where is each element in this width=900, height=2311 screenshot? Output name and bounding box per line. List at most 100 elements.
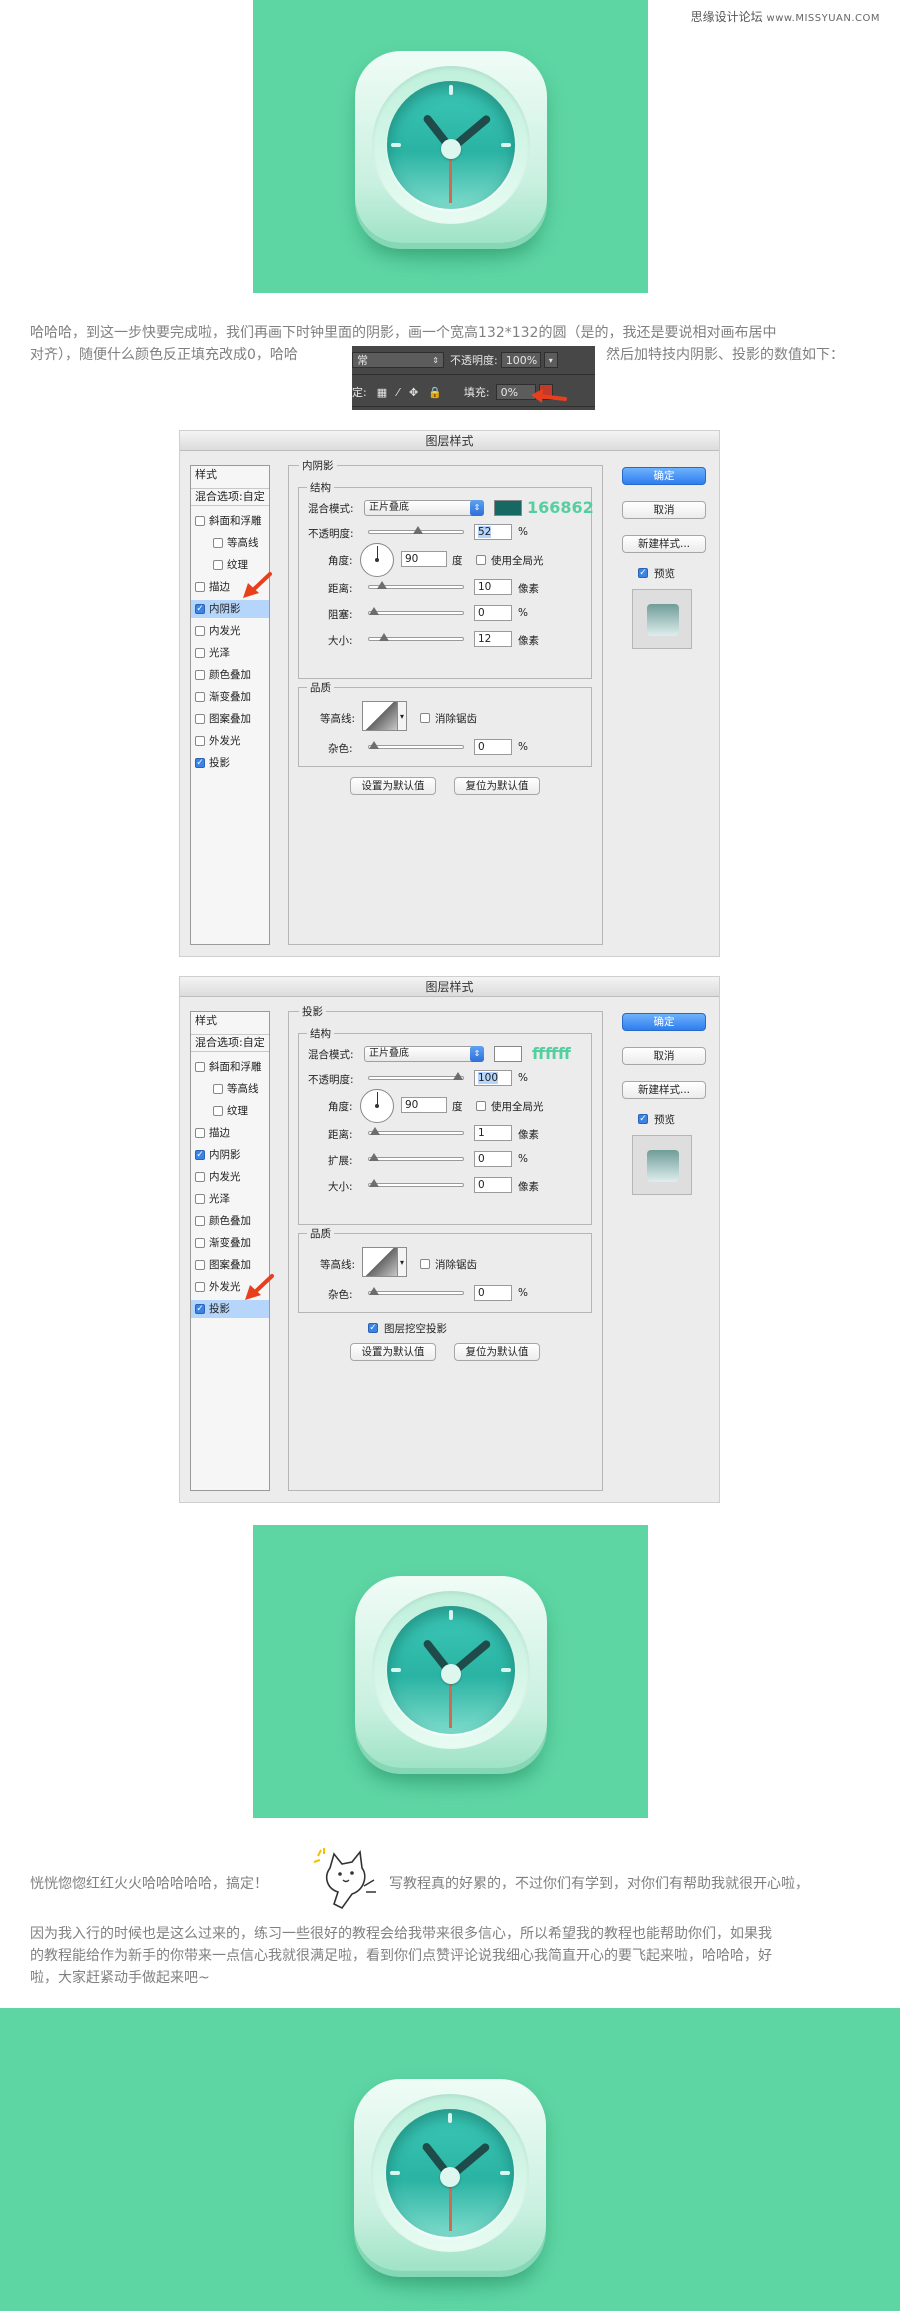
style-item[interactable]: 内发光 — [191, 622, 269, 640]
slider-thumb[interactable] — [377, 581, 388, 589]
style-item[interactable]: 光泽 — [191, 644, 269, 662]
checkbox-icon[interactable] — [195, 648, 205, 658]
opacity-stepper[interactable]: ▾ — [543, 352, 558, 368]
style-item[interactable]: ✓ 投影 — [191, 754, 269, 772]
slider-thumb[interactable] — [369, 1179, 379, 1187]
size-input[interactable]: 12 — [474, 631, 512, 647]
opacity-slider[interactable] — [368, 526, 464, 534]
checkbox-icon[interactable]: ✓ — [195, 1304, 205, 1314]
new-style-button[interactable]: 新建样式... — [622, 1081, 706, 1099]
opacity-slider[interactable] — [368, 1072, 464, 1080]
distance-input[interactable]: 1 — [474, 1125, 512, 1141]
set-default-button[interactable]: 设置为默认值 — [350, 777, 436, 795]
style-item[interactable]: 内发光 — [191, 1168, 269, 1186]
shadow-color-swatch[interactable] — [494, 1046, 522, 1062]
checkbox-icon[interactable] — [195, 1128, 205, 1138]
cancel-button[interactable]: 取消 — [622, 501, 706, 519]
blend-mode-field[interactable]: 常 ⇕ — [352, 352, 444, 368]
slider-thumb[interactable] — [379, 633, 390, 641]
style-item[interactable]: 颜色叠加 — [191, 666, 269, 684]
checkbox-icon[interactable] — [195, 1194, 205, 1204]
chevron-down-icon[interactable]: ▾ — [397, 1247, 407, 1277]
checkbox-icon[interactable] — [195, 692, 205, 702]
opacity-field[interactable]: 100% — [500, 352, 541, 368]
reset-default-button[interactable]: 复位为默认值 — [454, 1343, 540, 1361]
style-item[interactable]: 图案叠加 — [191, 710, 269, 728]
opacity-input[interactable]: 52 — [474, 524, 512, 540]
ok-button[interactable]: 确定 — [622, 1013, 706, 1031]
slider-thumb[interactable] — [453, 1072, 463, 1080]
set-default-button[interactable]: 设置为默认值 — [350, 1343, 436, 1361]
slider-thumb[interactable] — [369, 741, 379, 749]
checkbox-icon[interactable] — [213, 1106, 223, 1116]
size-slider[interactable] — [368, 1179, 464, 1187]
checkbox-icon[interactable] — [195, 1216, 205, 1226]
style-item[interactable]: 外发光 — [191, 732, 269, 750]
contour-picker[interactable] — [362, 701, 398, 731]
slider-thumb[interactable] — [369, 1287, 379, 1295]
style-item[interactable]: ✓ 内阴影 — [191, 1146, 269, 1164]
noise-input[interactable]: 0 — [474, 739, 512, 755]
checkbox-icon[interactable] — [195, 1238, 205, 1248]
style-item[interactable]: 渐变叠加 — [191, 688, 269, 706]
angle-dial[interactable] — [360, 543, 394, 577]
noise-input[interactable]: 0 — [474, 1285, 512, 1301]
style-item[interactable]: 图案叠加 — [191, 1256, 269, 1274]
global-light-checkbox[interactable] — [476, 555, 486, 565]
slider-thumb[interactable] — [412, 526, 423, 534]
checkbox-icon[interactable]: ✓ — [195, 758, 205, 768]
anti-alias-checkbox[interactable] — [420, 713, 430, 723]
style-item[interactable]: 描边 — [191, 1124, 269, 1142]
ok-button[interactable]: 确定 — [622, 467, 706, 485]
style-item[interactable]: 颜色叠加 — [191, 1212, 269, 1230]
checkbox-icon[interactable]: ✓ — [195, 604, 205, 614]
lock-pixels-icon[interactable]: ▦ — [377, 386, 387, 399]
style-item[interactable]: 纹理 — [191, 1102, 269, 1120]
noise-slider[interactable] — [368, 741, 464, 749]
style-item[interactable]: 斜面和浮雕 — [191, 512, 269, 530]
style-item[interactable]: 渐变叠加 — [191, 1234, 269, 1252]
knockout-checkbox[interactable]: ✓ — [368, 1323, 378, 1333]
checkbox-icon[interactable] — [195, 1062, 205, 1072]
preview-checkbox[interactable]: ✓ — [638, 568, 648, 578]
checkbox-icon[interactable] — [213, 560, 223, 570]
choke-slider[interactable] — [368, 607, 464, 615]
cancel-button[interactable]: 取消 — [622, 1047, 706, 1065]
slider-thumb[interactable] — [369, 1153, 379, 1161]
checkbox-icon[interactable] — [195, 516, 205, 526]
noise-slider[interactable] — [368, 1287, 464, 1295]
shadow-color-swatch[interactable] — [494, 500, 522, 516]
checkbox-icon[interactable] — [195, 670, 205, 680]
style-item[interactable]: 等高线 — [191, 1080, 269, 1098]
opacity-input[interactable]: 100 — [474, 1070, 512, 1086]
lock-all-icon[interactable]: 🔒 — [428, 386, 442, 399]
spread-slider[interactable] — [368, 1153, 464, 1161]
anti-alias-checkbox[interactable] — [420, 1259, 430, 1269]
style-item[interactable]: ✓ 内阴影 — [191, 600, 269, 618]
spread-input[interactable]: 0 — [474, 1151, 512, 1167]
slider-thumb[interactable] — [369, 1127, 380, 1135]
new-style-button[interactable]: 新建样式... — [622, 535, 706, 553]
distance-slider[interactable] — [368, 1127, 464, 1135]
blend-options-item[interactable]: 混合选项:自定 — [191, 1034, 269, 1052]
lock-move-icon[interactable]: ✥ — [409, 386, 418, 399]
reset-default-button[interactable]: 复位为默认值 — [454, 777, 540, 795]
lock-brush-icon[interactable]: ⁄ — [397, 386, 399, 399]
checkbox-icon[interactable] — [195, 1172, 205, 1182]
checkbox-icon[interactable] — [195, 582, 205, 592]
checkbox-icon[interactable] — [195, 626, 205, 636]
size-slider[interactable] — [368, 633, 464, 641]
checkbox-icon[interactable] — [195, 714, 205, 724]
angle-input[interactable]: 90 — [401, 1097, 447, 1113]
checkbox-icon[interactable]: ✓ — [195, 1150, 205, 1160]
style-item[interactable]: 斜面和浮雕 — [191, 1058, 269, 1076]
blend-mode-select[interactable]: 正片叠底 ⇕ — [364, 500, 484, 516]
checkbox-icon[interactable] — [213, 1084, 223, 1094]
global-light-checkbox[interactable] — [476, 1101, 486, 1111]
distance-input[interactable]: 10 — [474, 579, 512, 595]
blend-options-item[interactable]: 混合选项:自定 — [191, 488, 269, 506]
preview-checkbox[interactable]: ✓ — [638, 1114, 648, 1124]
angle-dial[interactable] — [360, 1089, 394, 1123]
checkbox-icon[interactable] — [195, 736, 205, 746]
blend-mode-select[interactable]: 正片叠底 ⇕ — [364, 1046, 484, 1062]
